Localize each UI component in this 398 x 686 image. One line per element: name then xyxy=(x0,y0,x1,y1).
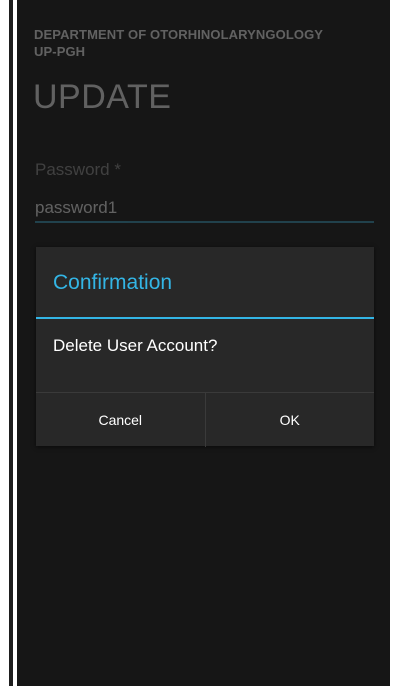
department-name: DEPARTMENT OF OTORHINOLARYNGOLOGY xyxy=(34,27,324,42)
dialog-button-bar: Cancel OK xyxy=(36,392,374,447)
phone-screen: DEPARTMENT OF OTORHINOLARYNGOLOGY UP-PGH… xyxy=(17,0,390,686)
app-frame: DEPARTMENT OF OTORHINOLARYNGOLOGY UP-PGH… xyxy=(0,0,398,686)
confirmation-dialog: Confirmation Delete User Account? Cancel… xyxy=(36,247,374,447)
right-edge xyxy=(390,0,398,686)
department-header: DEPARTMENT OF OTORHINOLARYNGOLOGY UP-PGH xyxy=(34,26,374,60)
dialog-title-divider xyxy=(36,317,374,319)
password-label: Password * xyxy=(35,160,121,179)
page-title: UPDATE xyxy=(33,78,172,116)
password-field[interactable]: password1 xyxy=(35,198,117,218)
cancel-button[interactable]: Cancel xyxy=(36,393,205,447)
dialog-message: Delete User Account? xyxy=(53,336,218,355)
left-edge xyxy=(0,0,17,686)
ok-button[interactable]: OK xyxy=(206,393,375,447)
department-subtitle: UP-PGH xyxy=(34,44,86,59)
dialog-title: Confirmation xyxy=(53,271,173,294)
left-edge-line xyxy=(9,0,13,686)
password-field-underline xyxy=(35,221,374,223)
